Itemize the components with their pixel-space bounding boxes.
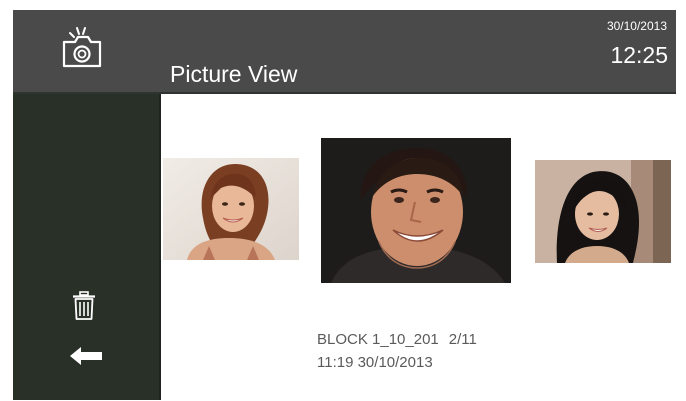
- trash-icon[interactable]: [72, 291, 96, 321]
- camera-icon[interactable]: [59, 26, 105, 70]
- sidebar: [13, 94, 159, 400]
- page-title: Picture View: [170, 61, 298, 87]
- current-photo[interactable]: [321, 138, 511, 283]
- photo-info-line: BLOCK 1_10_201 2/11: [317, 331, 477, 349]
- back-arrow-icon[interactable]: [69, 346, 103, 366]
- photo-file-name: BLOCK 1_10_201: [317, 331, 439, 348]
- previous-photo-thumbnail[interactable]: [163, 158, 299, 260]
- photo-counter: 2/11: [448, 331, 477, 348]
- date-display: 30/10/2013: [606, 19, 667, 33]
- photo-timestamp: 11:19 30/10/2013: [317, 354, 433, 371]
- next-photo-thumbnail[interactable]: [535, 160, 671, 263]
- picture-viewer: BLOCK 1_10_201 2/11 11:19 30/10/2013: [161, 94, 676, 400]
- header-bar: Picture View 30/10/2013 12:25: [13, 10, 676, 92]
- picture-view-screen: Picture View 30/10/2013 12:25 BLOCK 1_10…: [13, 10, 676, 400]
- time-display: 12:25: [610, 42, 668, 68]
